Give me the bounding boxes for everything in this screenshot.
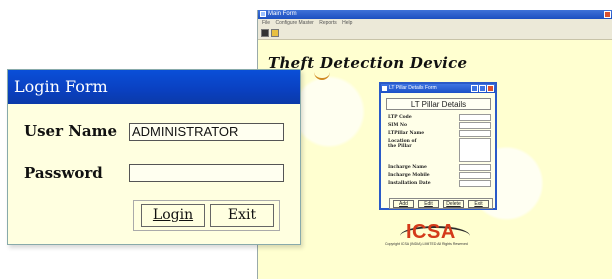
label-installation-date: Installation Date xyxy=(388,181,431,186)
incharge-mobile-field[interactable] xyxy=(459,172,491,179)
app-icon xyxy=(260,11,266,17)
sim-no-field[interactable] xyxy=(459,122,491,129)
label-ltp-code: LTP Code xyxy=(388,115,412,120)
main-titlebar: Main Form xyxy=(258,10,612,19)
menu-help[interactable]: Help xyxy=(342,20,352,26)
label-location: Location of the Pillar xyxy=(388,139,417,149)
ltp-code-field[interactable] xyxy=(459,114,491,121)
username-field[interactable]: ADMINISTRATOR xyxy=(129,123,284,141)
toolbar xyxy=(258,27,612,40)
ltpillar-name-field[interactable] xyxy=(459,130,491,137)
label-sim-no: SIM No xyxy=(388,123,408,128)
company-logo: ICSA xyxy=(406,221,456,243)
login-form: Login Form User Name ADMINISTRATOR Passw… xyxy=(7,69,301,245)
exit-button-label: Exit xyxy=(227,207,257,223)
delete-button[interactable]: Delete xyxy=(443,200,464,208)
label-incharge-mobile: Incharge Mobile xyxy=(388,173,430,178)
username-label: User Name xyxy=(24,122,118,140)
label-ltpillar-name: LTPillar Name xyxy=(388,131,425,136)
password-field[interactable] xyxy=(129,164,284,182)
minimize-icon[interactable] xyxy=(471,85,478,92)
login-form-title: Login Form xyxy=(8,70,300,104)
brand-swoosh-icon xyxy=(314,70,330,80)
close-icon[interactable] xyxy=(487,85,494,92)
login-button-group: Login Exit xyxy=(133,200,280,231)
main-window-title: Main Form xyxy=(268,11,297,17)
lt-dialog-heading: LT Pillar Details xyxy=(386,98,491,110)
dialog-icon xyxy=(382,86,387,91)
installation-date-picker[interactable] xyxy=(459,180,491,187)
lt-dialog-title: LT Pillar Details Form xyxy=(389,85,437,91)
menu-file[interactable]: File xyxy=(262,20,270,26)
edit-button[interactable]: Edit xyxy=(418,200,439,208)
incharge-name-field[interactable] xyxy=(459,164,491,171)
exit-button[interactable]: Exit xyxy=(468,200,489,208)
toolbar-exit-icon[interactable] xyxy=(261,29,269,37)
label-incharge-name: Incharge Name xyxy=(388,165,427,170)
lt-dialog-titlebar: LT Pillar Details Form xyxy=(381,84,495,93)
login-button[interactable]: Login xyxy=(141,204,205,227)
lt-pillar-dialog: LT Pillar Details Form LT Pillar Details… xyxy=(379,82,497,210)
password-label: Password xyxy=(24,164,103,182)
add-button[interactable]: Add xyxy=(393,200,414,208)
toolbar-folder-icon[interactable] xyxy=(271,29,279,37)
menu-bar: File Configure Master Reports Help xyxy=(258,19,612,27)
menu-configure-master[interactable]: Configure Master xyxy=(275,20,313,26)
menu-reports[interactable]: Reports xyxy=(319,20,337,26)
login-button-label: Login xyxy=(152,207,194,223)
maximize-icon[interactable] xyxy=(479,85,486,92)
lt-button-group: Add Edit Delete Exit xyxy=(389,198,493,209)
exit-button[interactable]: Exit xyxy=(210,204,274,227)
close-icon[interactable] xyxy=(604,11,611,18)
copyright-text: Copyright ICSA (INDIA) LIMITED All Right… xyxy=(385,242,468,246)
location-field[interactable] xyxy=(459,138,491,162)
